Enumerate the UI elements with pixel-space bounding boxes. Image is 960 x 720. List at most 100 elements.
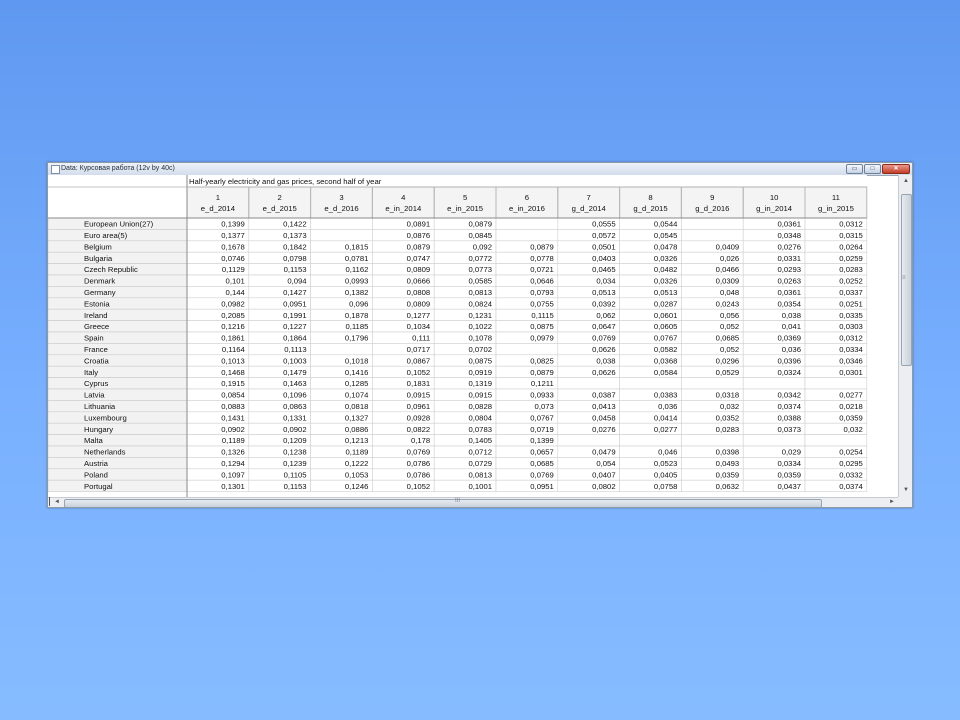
row-header[interactable] (48, 377, 188, 390)
row-label: Croatia (84, 356, 110, 365)
column-header-band (187, 187, 867, 218)
table-cell[interactable] (742, 434, 806, 447)
column-number: 10 (770, 193, 779, 202)
cell-value: 0,0813 (468, 470, 492, 479)
cell-value: 0,0352 (716, 413, 740, 422)
cell-value: 0,0413 (592, 402, 616, 411)
cell-value: 0,034 (596, 277, 616, 286)
table-cell[interactable] (495, 343, 559, 356)
row-header[interactable] (48, 388, 188, 401)
cell-value: 0,1861 (221, 334, 245, 343)
scroll-right-arrow-icon[interactable]: ► (889, 498, 895, 507)
row-header[interactable] (48, 331, 188, 344)
cell-value: 0,0719 (530, 425, 554, 434)
table-cell[interactable] (310, 343, 373, 356)
cell-value: 0,1327 (345, 413, 369, 422)
cell-value: 0,1991 (283, 311, 307, 320)
cell-value: 0,0982 (221, 299, 245, 308)
data-grid[interactable]: Half-yearly electricity and gas prices, … (48, 175, 885, 497)
cell-value: 0,1078 (468, 334, 492, 343)
row-header[interactable] (48, 343, 188, 356)
row-header[interactable] (48, 400, 188, 413)
table-cell[interactable] (681, 377, 744, 390)
cell-value: 0,0513 (592, 288, 616, 297)
maximize-button[interactable]: □ (864, 164, 881, 174)
table-cell[interactable] (619, 434, 682, 447)
cell-value: 0,0863 (283, 402, 307, 411)
minimize-button[interactable]: ▭ (846, 164, 863, 174)
row-label: Poland (84, 470, 108, 479)
table-cell[interactable] (619, 377, 682, 390)
row-label: Denmark (84, 277, 115, 286)
cell-value: 0,1213 (345, 436, 369, 445)
cell-value: 0,0951 (530, 482, 554, 491)
row-header[interactable] (48, 422, 188, 435)
cell-value: 0,0951 (283, 299, 307, 308)
cell-value: 0,0373 (777, 425, 801, 434)
cell-value: 0,0818 (345, 402, 369, 411)
row-label: Italy (84, 368, 98, 377)
table-cell[interactable] (804, 434, 868, 447)
row-header[interactable] (48, 457, 188, 470)
cell-value: 0,038 (596, 356, 615, 365)
table-cell[interactable] (495, 217, 559, 230)
row-header[interactable] (48, 240, 188, 253)
cell-value: 0,0605 (654, 322, 678, 331)
cell-value: 0,0902 (221, 425, 245, 434)
corner-header-cell (48, 175, 187, 218)
cell-value: 0,0374 (777, 402, 801, 411)
cell-value: 0,0334 (777, 459, 801, 468)
scroll-down-arrow-icon[interactable]: ▼ (901, 486, 911, 494)
row-header[interactable] (48, 274, 188, 287)
column-name: e_in_2016 (509, 204, 545, 213)
scroll-left-arrow-icon[interactable]: ◄ (54, 498, 60, 507)
row-header[interactable] (48, 297, 188, 310)
cell-value: 0,1277 (407, 311, 431, 320)
cell-value: 0,029 (782, 448, 801, 457)
table-cell[interactable] (681, 229, 744, 242)
column-number: 8 (648, 193, 652, 202)
cell-value: 0,1185 (345, 322, 368, 331)
table-cell[interactable] (557, 434, 620, 447)
row-header[interactable] (48, 434, 188, 447)
table-cell[interactable] (557, 377, 620, 390)
scroll-up-arrow-icon[interactable]: ▲ (901, 177, 911, 185)
cell-value: 0,2085 (221, 311, 245, 320)
table-cell[interactable] (310, 217, 373, 230)
row-header[interactable] (48, 251, 188, 264)
row-header[interactable] (48, 320, 188, 333)
row-label: Luxembourg (84, 413, 127, 422)
table-cell[interactable] (681, 434, 744, 447)
horizontal-scroll-thumb[interactable]: III (64, 498, 822, 507)
table-caption: Half-yearly electricity and gas prices, … (189, 177, 382, 186)
split-handle[interactable] (49, 497, 50, 506)
cell-value: 0,0845 (468, 231, 492, 240)
cell-value: 0,0809 (407, 265, 431, 274)
table-cell[interactable] (804, 377, 868, 390)
vertical-scrollbar[interactable]: ▲ ≡ ▼ (898, 175, 912, 497)
column-name: g_in_2015 (818, 204, 854, 213)
column-name: g_d_2016 (695, 204, 729, 213)
row-header[interactable] (48, 468, 188, 481)
row-header[interactable] (48, 308, 188, 321)
column-number: 5 (463, 193, 467, 202)
table-cell[interactable] (310, 229, 373, 242)
row-header[interactable] (48, 479, 188, 492)
cell-value: 0,0685 (530, 459, 554, 468)
cell-value: 0,0767 (530, 413, 554, 422)
cell-value: 0,0979 (530, 334, 554, 343)
table-cell[interactable] (495, 229, 559, 242)
cell-value: 0,0359 (777, 470, 801, 479)
cell-value: 0,0303 (839, 322, 863, 331)
cell-value: 0,0915 (407, 391, 431, 400)
table-cell[interactable] (681, 217, 744, 230)
row-header[interactable] (48, 286, 188, 299)
row-header[interactable] (48, 365, 188, 378)
cell-value: 0,0493 (716, 459, 740, 468)
horizontal-scrollbar[interactable]: ◄ III ► (48, 497, 898, 507)
table-cell[interactable] (742, 377, 806, 390)
cell-value: 0,0334 (839, 345, 863, 354)
row-header[interactable] (48, 354, 188, 367)
cell-value: 0,0769 (530, 470, 554, 479)
close-button[interactable]: ✕ (882, 164, 910, 174)
